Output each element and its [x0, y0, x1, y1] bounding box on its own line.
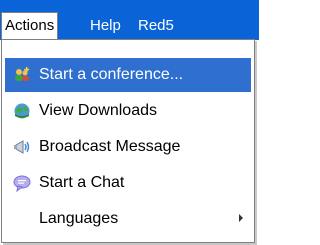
menu-item-languages[interactable]: Languages: [5, 202, 251, 236]
menu-item-view-downloads[interactable]: View Downloads: [5, 94, 251, 128]
menu-item-label: View Downloads: [39, 102, 157, 119]
menu-item-label: Languages: [39, 210, 119, 227]
chat-bubble-icon: [13, 175, 31, 192]
menu-item-label: Broadcast Message: [39, 138, 181, 155]
menu-item-label: Start a conference...: [39, 66, 184, 83]
megaphone-icon: [14, 140, 30, 154]
submenu-arrow-icon: [239, 214, 243, 222]
users-plus-icon: [15, 67, 30, 81]
menu-item-label: Start a Chat: [39, 174, 125, 191]
menu-bar: Actions Help Red5: [0, 0, 259, 40]
menu-help[interactable]: Help: [90, 15, 121, 37]
globe-download-icon: [14, 103, 30, 119]
actions-dropdown-menu: Start a conference... View Downloads Bro…: [1, 39, 255, 243]
menu-actions[interactable]: Actions: [1, 12, 59, 39]
menu-red5[interactable]: Red5: [138, 15, 174, 37]
menu-item-start-chat[interactable]: Start a Chat: [5, 166, 251, 200]
menu-item-start-conference[interactable]: Start a conference...: [5, 58, 251, 92]
menu-item-broadcast-message[interactable]: Broadcast Message: [5, 130, 251, 164]
